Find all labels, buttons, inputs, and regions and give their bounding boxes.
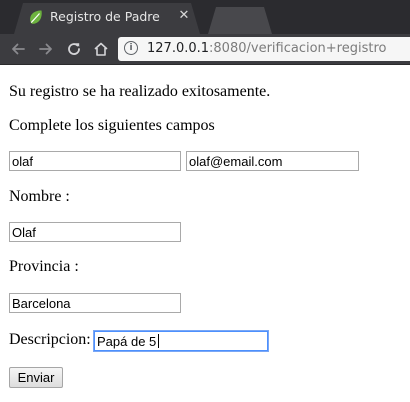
descripcion-field[interactable] bbox=[94, 331, 268, 351]
nombre-field[interactable] bbox=[9, 222, 181, 242]
url-path: :8080/verificacion+registro bbox=[209, 41, 387, 56]
forward-arrow-icon bbox=[39, 43, 52, 55]
spring-leaf-favicon bbox=[30, 10, 42, 24]
instructions-text: Complete los siguientes campos bbox=[9, 117, 215, 134]
email-field[interactable] bbox=[186, 151, 359, 171]
home-button[interactable] bbox=[91, 40, 111, 58]
success-message: Su registro se ha realizado exitosamente… bbox=[9, 83, 271, 100]
back-button[interactable] bbox=[8, 40, 28, 58]
info-icon[interactable]: i bbox=[124, 41, 138, 55]
home-icon bbox=[94, 42, 108, 56]
provincia-label: Provincia : bbox=[9, 258, 79, 275]
address-url[interactable]: 127.0.0.1:8080/verificacion+registro bbox=[147, 41, 409, 57]
forward-button[interactable] bbox=[36, 40, 56, 58]
back-arrow-icon bbox=[12, 43, 25, 55]
reload-button[interactable] bbox=[64, 40, 84, 58]
reload-icon bbox=[68, 43, 80, 55]
url-host: 127.0.0.1 bbox=[147, 41, 210, 56]
descripcion-label: Descripcion: bbox=[9, 331, 91, 348]
nombre-label: Nombre : bbox=[9, 188, 70, 205]
text-caret bbox=[158, 334, 159, 348]
tab-title: Registro de Padre bbox=[50, 9, 160, 24]
provincia-field[interactable] bbox=[9, 293, 181, 313]
new-tab-button[interactable] bbox=[208, 7, 272, 34]
username-field[interactable] bbox=[9, 151, 181, 171]
enviar-button[interactable]: Enviar bbox=[9, 367, 63, 388]
tab-close-icon[interactable]: ✕ bbox=[177, 6, 191, 26]
